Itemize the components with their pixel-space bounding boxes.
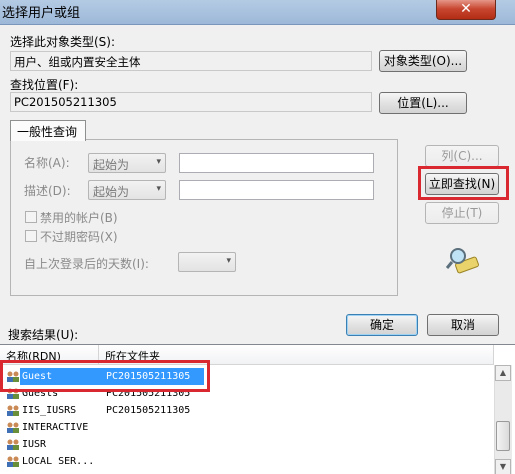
description-input[interactable] — [179, 180, 374, 200]
guest-row-highlight — [0, 360, 210, 392]
user-group-icon — [7, 456, 19, 467]
description-mode-select[interactable]: 起始为 ▾ — [88, 180, 166, 200]
stop-button[interactable]: 停止(T) — [425, 202, 499, 224]
description-label: 描述(D): — [24, 184, 71, 198]
object-type-field: 用户、组或内置安全主体 — [10, 51, 372, 71]
row-name: INTERACTIVE — [22, 422, 89, 433]
row-name: IIS_IUSRS — [22, 405, 77, 416]
user-group-icon — [7, 439, 19, 450]
table-row[interactable]: IIS_IUSRS PC201505211305 — [0, 402, 494, 419]
row-folder: PC201505211305 — [106, 405, 191, 416]
non-expiring-password-checkbox[interactable] — [25, 230, 37, 242]
columns-button[interactable]: 列(C)... — [425, 145, 499, 167]
scroll-down-icon: ▼ — [499, 462, 507, 471]
select-users-or-groups-dialog: 选择用户或组 ✕ 选择此对象类型(S): 用户、组或内置安全主体 对象类型(O)… — [0, 0, 515, 474]
locations-button[interactable]: 位置(L)... — [379, 92, 467, 114]
cancel-button[interactable]: 取消 — [427, 314, 499, 336]
close-icon: ✕ — [460, 1, 472, 17]
search-magnifier-icon — [446, 248, 479, 274]
row-name: LOCAL SER... — [22, 456, 95, 467]
user-group-icon — [7, 422, 19, 433]
disabled-accounts-checkbox[interactable] — [25, 211, 37, 223]
title-bar[interactable]: 选择用户或组 ✕ — [0, 0, 515, 25]
row-name: IUSR — [22, 439, 47, 450]
user-group-icon — [7, 405, 19, 416]
location-label: 查找位置(F): — [10, 78, 79, 92]
scroll-thumb[interactable] — [496, 421, 510, 451]
tab-common-queries[interactable]: 一般性查询 — [10, 120, 86, 141]
table-row[interactable]: INTERACTIVE — [0, 419, 494, 436]
scroll-down-button[interactable]: ▼ — [495, 459, 511, 474]
find-now-highlight — [418, 166, 509, 200]
search-results-label: 搜索结果(U): — [8, 328, 79, 342]
chevron-down-icon: ▾ — [156, 157, 161, 167]
days-since-login-select[interactable]: ▾ — [178, 252, 236, 272]
window-title: 选择用户或组 — [2, 6, 81, 21]
object-types-button[interactable]: 对象类型(O)... — [379, 50, 467, 72]
scroll-up-icon: ▲ — [499, 368, 507, 377]
disabled-accounts-label: 禁用的帐户(B) — [40, 211, 118, 225]
name-input[interactable] — [179, 153, 374, 173]
object-type-label: 选择此对象类型(S): — [10, 35, 116, 49]
chevron-down-icon: ▾ — [156, 184, 161, 194]
close-button[interactable]: ✕ — [436, 0, 496, 20]
ok-button[interactable]: 确定 — [346, 314, 418, 336]
name-mode-select[interactable]: 起始为 ▾ — [88, 153, 166, 173]
description-mode-value: 起始为 — [93, 185, 130, 199]
chevron-down-icon: ▾ — [226, 256, 231, 266]
table-row[interactable]: IUSR — [0, 436, 494, 453]
name-mode-value: 起始为 — [93, 158, 130, 172]
vertical-scrollbar[interactable]: ▲ ▼ — [494, 365, 512, 474]
days-since-login-label: 自上次登录后的天数(I): — [24, 257, 149, 271]
scroll-up-button[interactable]: ▲ — [495, 365, 511, 381]
table-row[interactable]: LOCAL SER... — [0, 453, 494, 470]
location-field: PC201505211305 — [10, 92, 372, 112]
name-label: 名称(A): — [24, 156, 70, 170]
non-expiring-password-label: 不过期密码(X) — [40, 230, 118, 244]
